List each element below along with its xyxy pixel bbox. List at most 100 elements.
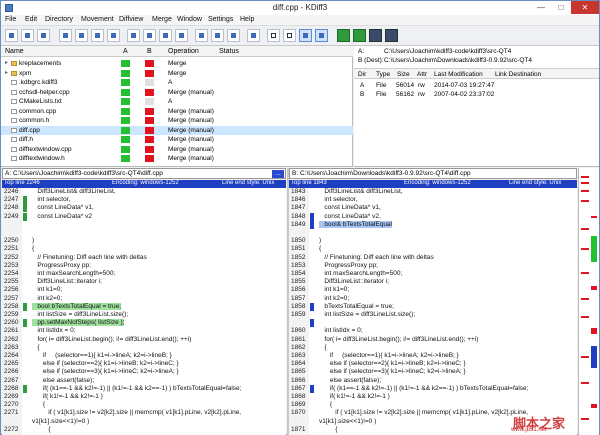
next-unsolved-icon[interactable] (175, 29, 188, 42)
code-line[interactable] (2, 229, 270, 237)
code-line[interactable]: 2255 Diff3LineList::iterator i; (2, 278, 270, 286)
goto-next-icon[interactable] (91, 29, 104, 42)
code-line[interactable] (2, 221, 270, 229)
code-line[interactable]: 2248 const LineData* v1, (2, 204, 270, 213)
code-line[interactable]: 1861 for( i= diff3LineList.begin(); i!= … (289, 336, 557, 344)
maximize-button[interactable]: □ (551, 1, 571, 14)
directory-row[interactable]: difftextwindow.cpp Merge (manual) (1, 145, 353, 154)
row-operation[interactable]: Merge (manual) (168, 108, 214, 115)
code-line[interactable]: 2264 if (selector==1){ k1=i->lineA; k2=i… (2, 352, 270, 360)
col-name[interactable]: Name (5, 48, 24, 55)
show-line-numbers-icon[interactable] (283, 29, 296, 42)
code-line[interactable]: 2266 else if (selector==3){ k1=i->lineC;… (2, 368, 270, 376)
select-c-icon[interactable] (227, 29, 240, 42)
code-line[interactable]: 2265 else if (selector==2){ k1=i->lineB;… (2, 360, 270, 368)
row-operation[interactable]: A (168, 79, 172, 86)
browse-a-button[interactable]: … (272, 170, 284, 178)
menu-help[interactable]: Help (240, 16, 254, 23)
directory-row[interactable]: ▸ xpm Merge (1, 69, 353, 78)
save-icon[interactable] (21, 29, 34, 42)
goto-prev-icon[interactable] (75, 29, 88, 42)
code-line[interactable]: 1846 int selector, (289, 196, 557, 204)
menu-directory[interactable]: Directory (45, 16, 73, 23)
code-line[interactable]: 1868 if( k1!=-1 && k2!=-1 ) (289, 393, 557, 401)
row-operation[interactable]: Merge (manual) (168, 127, 214, 134)
next-conflict-icon[interactable] (143, 29, 156, 42)
auto-advance-icon[interactable] (247, 29, 260, 42)
code-line[interactable]: 2269 if( k1!=-1 && k2!=-1 ) (2, 393, 270, 401)
code-line[interactable]: 1858 bTextsTotalEqual = true; (289, 302, 557, 311)
new-icon[interactable] (5, 29, 18, 42)
expand-arrow-icon[interactable]: ▸ (5, 59, 8, 66)
menu-edit[interactable]: Edit (25, 16, 37, 23)
select-b-icon[interactable] (211, 29, 224, 42)
code-line[interactable]: 1857 int k2=0; (289, 295, 557, 303)
code-line[interactable] (289, 319, 557, 328)
row-operation[interactable]: Merge (168, 70, 186, 77)
row-operation[interactable]: Merge (manual) (168, 155, 214, 162)
code-line[interactable]: 2253 ProgressProxy pp; (2, 262, 270, 270)
row-operation[interactable]: Merge (168, 60, 186, 67)
split-vertical-icon[interactable] (385, 29, 398, 42)
goto-bottom-icon[interactable] (107, 29, 120, 42)
directory-row[interactable]: .kdbgrc.kdiff3 A (1, 78, 353, 87)
directory-row[interactable]: diff.h Merge (manual) (1, 135, 353, 144)
code-line[interactable]: 1859 int listSize = diff3LineList.size()… (289, 311, 557, 319)
code-line[interactable]: 2259 int listSize = diff3LineList.size()… (2, 311, 270, 319)
row-operation[interactable]: A (168, 98, 172, 105)
code-line[interactable]: 2258 bool bTextsTotalEqual = true; (2, 302, 270, 311)
code-line[interactable]: 1864 else if (selector==2){ k1=i->lineB;… (289, 360, 557, 368)
code-line[interactable]: 2263 { (2, 344, 270, 352)
code-line[interactable]: 1843 Diff3LineList& diff3LineList, (289, 188, 557, 196)
col-b[interactable]: B (147, 48, 152, 55)
col-status[interactable]: Status (219, 48, 239, 55)
code-line[interactable]: 2249 const LineData* v2 (2, 212, 270, 221)
code-line[interactable]: 2270 { (2, 401, 270, 409)
code-line[interactable]: 1869 { (289, 401, 557, 409)
menu-merge[interactable]: Merge (152, 16, 172, 23)
code-line[interactable]: 1860 int listIdx = 0; (289, 327, 557, 335)
code-line[interactable]: 1855 Diff3LineList::iterator i; (289, 278, 557, 286)
code-line[interactable]: 2268 if( (k1==-1 && k2!=-1) || (k1!=-1 &… (2, 384, 270, 393)
diff-pane-b[interactable]: 1843 Diff3LineList& diff3LineList, 1846 i… (289, 188, 577, 435)
code-line[interactable]: 1854 int maxSearchLength=500; (289, 270, 557, 278)
dir-view-icon[interactable] (337, 29, 350, 42)
code-line[interactable]: v1[k1].size<<1)!=0 ) (2, 418, 270, 426)
split-horizontal-icon[interactable] (369, 29, 382, 42)
code-line[interactable]: 1850) (289, 237, 557, 245)
code-line[interactable]: 2271 if ( v1[k1].size != v2[k2].size || … (2, 409, 270, 417)
code-line[interactable]: 1863 if (selector==1){ k1=i->lineA; k2=i… (289, 352, 557, 360)
directory-row[interactable]: difftextwindow.h Merge (manual) (1, 154, 353, 163)
word-wrap-icon[interactable] (299, 29, 312, 42)
code-line[interactable]: 1847 const LineData* v1, (289, 204, 557, 212)
code-line[interactable]: 1849 bool& bTextsTotalEqual (289, 220, 557, 229)
goto-top-icon[interactable] (59, 29, 72, 42)
code-line[interactable]: 1848 const LineData* v2, (289, 212, 557, 221)
code-line[interactable]: 2257 int k2=0; (2, 295, 270, 303)
code-line[interactable]: 2247 int selector, (2, 196, 270, 205)
diff-pane-a[interactable]: 2246 Diff3LineList& diff3LineList, 2247 i… (2, 188, 286, 435)
code-line[interactable]: 2254 int maxSearchLength=500; (2, 270, 270, 278)
code-line[interactable]: 2272 { (2, 426, 270, 434)
code-line[interactable]: 1851 { (289, 245, 557, 253)
code-line[interactable]: 1862 { (289, 344, 557, 352)
code-line[interactable]: 1853 ProgressProxy pp; (289, 262, 557, 270)
prev-conflict-icon[interactable] (127, 29, 140, 42)
show-whitespace-icon[interactable] (267, 29, 280, 42)
code-line[interactable]: 2246 Diff3LineList& diff3LineList, (2, 188, 270, 196)
minimize-button[interactable]: — (531, 1, 551, 14)
directory-row[interactable]: common.cpp Merge (manual) (1, 107, 353, 116)
code-line[interactable] (289, 229, 557, 237)
directory-row[interactable]: CMakeLists.txt A (1, 97, 353, 106)
directory-row[interactable]: diff.cpp Merge (manual) (1, 125, 353, 135)
directory-row[interactable]: cchsdl-helper.cpp Merge (manual) (1, 88, 353, 97)
menu-diffview[interactable]: Diffview (119, 16, 143, 23)
menu-movement[interactable]: Movement (81, 16, 114, 23)
path-a-text[interactable]: C:\Users\Joachim\kdiff3-code\kdiff3\src-… (13, 170, 163, 177)
code-line[interactable]: 2262 for( i= diff3LineList.begin(); i!= … (2, 336, 270, 344)
menu-file[interactable]: File (5, 16, 16, 23)
col-operation[interactable]: Operation (168, 48, 199, 55)
col-a[interactable]: A (123, 48, 128, 55)
directory-row[interactable]: ▸ kreplacements Merge (1, 59, 353, 68)
code-line[interactable]: 2260 pp.setMaxNofSteps( listSize ); (2, 319, 270, 328)
